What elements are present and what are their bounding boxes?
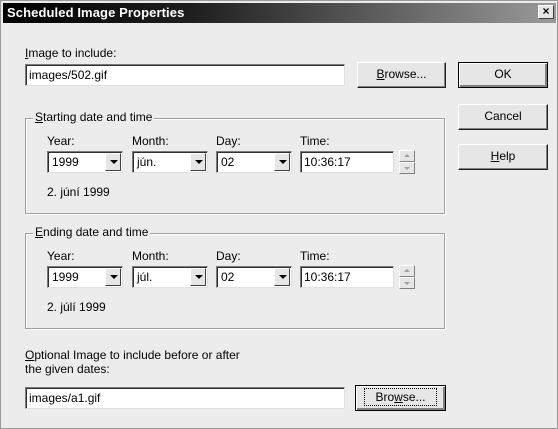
end-time-spinner[interactable] xyxy=(399,265,415,289)
optional-image-label-line2: the given dates: xyxy=(25,362,110,376)
end-time-label: Time: xyxy=(300,249,330,263)
end-day-value: 02 xyxy=(221,270,235,284)
browse-image-button[interactable]: Browse... xyxy=(357,62,446,88)
cancel-button[interactable]: Cancel xyxy=(458,104,548,130)
end-month-select[interactable]: júl. xyxy=(132,266,208,288)
start-month-value: jún. xyxy=(137,155,157,169)
end-day-label: Day: xyxy=(216,249,241,263)
spin-up-icon[interactable] xyxy=(399,150,415,162)
title-bar: Scheduled Image Properties × xyxy=(3,3,556,23)
chevron-down-icon[interactable] xyxy=(190,268,206,286)
chevron-down-icon[interactable] xyxy=(274,268,290,286)
dialog-window: Scheduled Image Properties × Image to in… xyxy=(0,0,558,429)
ending-date-group-title: Ending date and time xyxy=(33,225,151,239)
close-icon: × xyxy=(542,4,550,18)
start-date-summary: 2. júní 1999 xyxy=(47,185,110,199)
image-path-input[interactable]: images/502.gif xyxy=(25,64,345,86)
spin-up-icon[interactable] xyxy=(399,265,415,277)
spin-down-icon[interactable] xyxy=(399,162,415,174)
start-month-label: Month: xyxy=(132,134,169,148)
end-month-value: júl. xyxy=(137,270,153,284)
start-year-value: 1999 xyxy=(52,155,79,169)
chevron-down-icon[interactable] xyxy=(190,153,206,171)
end-year-value: 1999 xyxy=(52,270,79,284)
start-day-value: 02 xyxy=(221,155,235,169)
start-year-select[interactable]: 1999 xyxy=(47,151,123,173)
ok-button[interactable]: OK xyxy=(458,62,548,88)
end-month-label: Month: xyxy=(132,249,169,263)
start-day-select[interactable]: 02 xyxy=(216,151,292,173)
browse-optional-image-button[interactable]: Browse... xyxy=(355,385,446,411)
start-year-label: Year: xyxy=(47,134,75,148)
optional-image-label-line1: Optional Image to include before or afte… xyxy=(25,348,240,362)
start-time-input[interactable]: 10:36:17 xyxy=(300,151,394,173)
end-date-summary: 2. júlí 1999 xyxy=(47,300,106,314)
focus-rectangle: Browse... xyxy=(364,388,437,406)
starting-date-group-title: Starting date and time xyxy=(33,110,155,124)
chevron-down-icon[interactable] xyxy=(274,153,290,171)
spin-down-icon[interactable] xyxy=(399,277,415,289)
chevron-down-icon[interactable] xyxy=(105,268,121,286)
chevron-down-icon[interactable] xyxy=(105,153,121,171)
optional-image-path-input[interactable]: images/a1.gif xyxy=(25,387,345,409)
start-time-spinner[interactable] xyxy=(399,150,415,174)
start-day-label: Day: xyxy=(216,134,241,148)
end-year-select[interactable]: 1999 xyxy=(47,266,123,288)
end-time-input[interactable]: 10:36:17 xyxy=(300,266,394,288)
close-button[interactable]: × xyxy=(538,5,554,19)
image-to-include-label: Image to include: xyxy=(25,46,117,60)
start-time-label: Time: xyxy=(300,134,330,148)
help-button[interactable]: Help xyxy=(458,144,548,170)
end-year-label: Year: xyxy=(47,249,75,263)
start-month-select[interactable]: jún. xyxy=(132,151,208,173)
end-day-select[interactable]: 02 xyxy=(216,266,292,288)
window-title: Scheduled Image Properties xyxy=(7,5,185,20)
